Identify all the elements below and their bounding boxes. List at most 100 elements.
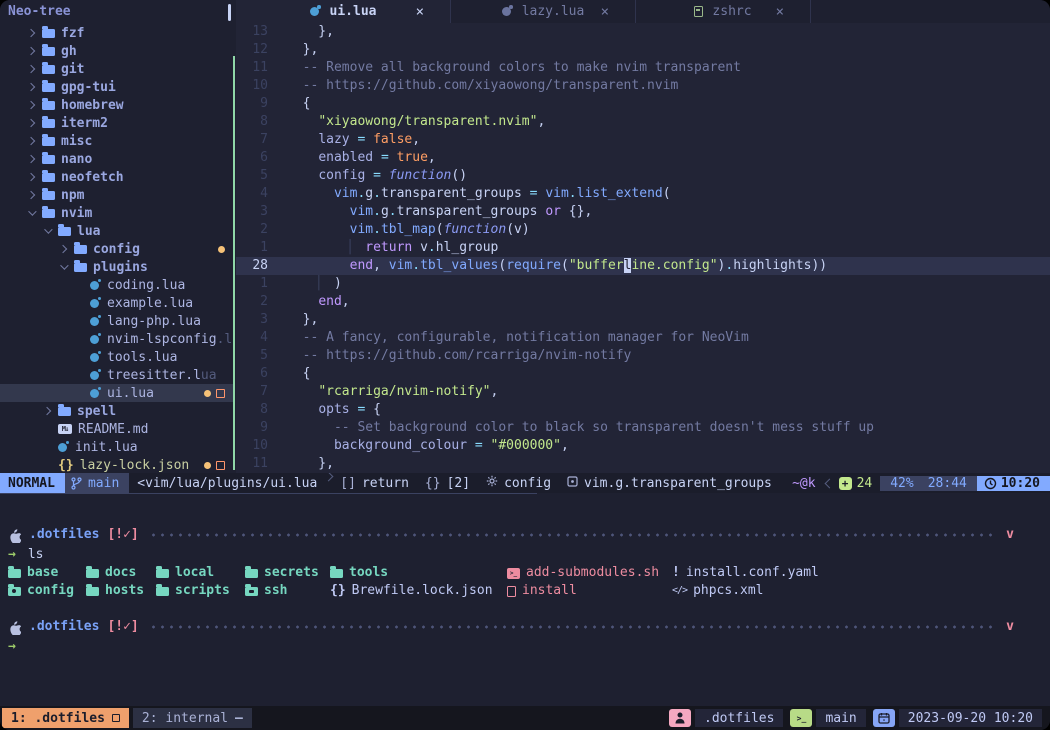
- chevron-down-icon[interactable]: [28, 207, 36, 215]
- tree-item-nvim[interactable]: nvim: [0, 204, 233, 222]
- code-line[interactable]: 8 opts = {: [236, 401, 1050, 419]
- pane-separator[interactable]: [233, 56, 235, 470]
- tree-item-gh[interactable]: gh: [0, 42, 233, 60]
- code-line[interactable]: 13 },: [236, 23, 1050, 41]
- statusline: NORMAL main <vim/lua/plugins/ui.lua []re…: [0, 473, 1050, 493]
- neo-tree-scrollbar-thumb[interactable]: [228, 4, 231, 21]
- code-line[interactable]: 10 -- https://github.com/xiyaowong/trans…: [236, 77, 1050, 95]
- code-text: {: [287, 365, 310, 383]
- chevron-right-icon[interactable]: [27, 101, 35, 109]
- tree-item-plugins[interactable]: plugins: [0, 258, 233, 276]
- shell-pane[interactable]: .dotfiles [!✓] v → ls basedocslocalsecre…: [0, 494, 1050, 706]
- tree-item-git[interactable]: git: [0, 60, 233, 78]
- tree-item-iterm2[interactable]: iterm2: [0, 114, 233, 132]
- code-line[interactable]: 9 {: [236, 95, 1050, 113]
- chevron-right-icon[interactable]: [27, 137, 35, 145]
- object-icon: {}: [425, 476, 441, 491]
- chevron-right-icon[interactable]: [27, 83, 35, 91]
- ls-entry-secrets: secrets: [245, 564, 319, 582]
- tree-item-lang-php-lua[interactable]: lang-php.lua: [0, 312, 233, 330]
- chevron-right-icon[interactable]: [27, 47, 35, 55]
- close-icon[interactable]: ×: [416, 4, 424, 20]
- tree-item-label: init.lua: [75, 440, 138, 455]
- tree-item-spell[interactable]: spell: [0, 402, 233, 420]
- code-token: [287, 420, 334, 435]
- code-line[interactable]: 4 -- A fancy, configurable, notification…: [236, 329, 1050, 347]
- tree-item-treesitter-l[interactable]: treesitter.lua: [0, 366, 233, 384]
- tree-item-lazy-lock-json[interactable]: {}lazy-lock.json: [0, 456, 233, 474]
- code-line[interactable]: 2 end,: [236, 293, 1050, 311]
- code-line[interactable]: 4 vim.g.transparent_groups = vim.list_ex…: [236, 185, 1050, 203]
- code-line[interactable]: 12 },: [236, 41, 1050, 59]
- tree-item-nvim-lspconfig[interactable]: nvim-lspconfig.l: [0, 330, 233, 348]
- code-line[interactable]: 8 "xiyaowong/transparent.nvim",: [236, 113, 1050, 131]
- code-editor[interactable]: 13 },12 },11 -- Remove all background co…: [236, 23, 1050, 473]
- close-icon[interactable]: ×: [601, 4, 609, 20]
- code-line[interactable]: 6 {: [236, 365, 1050, 383]
- tree-item-label: example.lua: [107, 296, 193, 311]
- tree-item-gpg-tui[interactable]: gpg-tui: [0, 78, 233, 96]
- tree-item-readme-md[interactable]: M↓README.md: [0, 420, 233, 438]
- tree-item-config[interactable]: config: [0, 240, 233, 258]
- macro-register-indicator: ~@k: [792, 476, 815, 491]
- apple-icon: [8, 620, 21, 635]
- code-line[interactable]: 9 -- Set background color to black so tr…: [236, 419, 1050, 437]
- chevron-right-icon[interactable]: [27, 119, 35, 127]
- chevron-down-icon[interactable]: [60, 261, 68, 269]
- tab-zshrc[interactable]: zshrc×: [636, 0, 811, 23]
- line-number: 4: [236, 185, 268, 203]
- chevron-right-icon[interactable]: [27, 173, 35, 181]
- code-line[interactable]: 11 -- Remove all background colors to ma…: [236, 59, 1050, 77]
- tree-item-lua[interactable]: lua: [0, 222, 233, 240]
- chevron-right-icon[interactable]: [27, 191, 35, 199]
- tmux-session-name[interactable]: .dotfiles: [695, 709, 783, 727]
- active-prompt-line[interactable]: →: [8, 638, 1014, 656]
- tab-lazy-lua[interactable]: lazy.lua×: [451, 0, 636, 23]
- code-line[interactable]: 11 },: [236, 455, 1050, 473]
- tree-item-example-lua[interactable]: example.lua: [0, 294, 233, 312]
- code-line[interactable]: 6 enabled = true,: [236, 149, 1050, 167]
- chevron-right-icon[interactable]: [27, 29, 35, 37]
- chevron-down-icon[interactable]: [44, 225, 52, 233]
- code-line[interactable]: 1 ▏ ): [236, 275, 1050, 293]
- tree-item-tools-lua[interactable]: tools.lua: [0, 348, 233, 366]
- tree-item-init-lua[interactable]: init.lua: [0, 438, 233, 456]
- tmux-window-1-dotfiles[interactable]: 1: .dotfiles: [2, 708, 129, 728]
- chevron-right-icon[interactable]: [27, 65, 35, 73]
- chevron-right-icon[interactable]: [43, 407, 51, 415]
- code-token: enabled: [318, 150, 373, 165]
- buffer-tab-bar: ui.lua×lazy.lua×zshrc×: [236, 0, 1050, 23]
- code-line[interactable]: 7 lazy = false,: [236, 131, 1050, 149]
- lua-icon: [90, 281, 99, 290]
- chevron-right-icon[interactable]: [27, 155, 35, 163]
- tree-item-neofetch[interactable]: neofetch: [0, 168, 233, 186]
- folder-open-icon: [42, 209, 55, 218]
- code-line[interactable]: 2 vim.tbl_map(function(v): [236, 221, 1050, 239]
- code-line[interactable]: 3 vim.g.transparent_groups or {},: [236, 203, 1050, 221]
- code-line[interactable]: 10 background_colour = "#000000",: [236, 437, 1050, 455]
- tree-item-ui-lua[interactable]: ui.lua: [0, 384, 233, 402]
- code-line[interactable]: 3 },: [236, 311, 1050, 329]
- tree-item-homebrew[interactable]: homebrew: [0, 96, 233, 114]
- code-line-current[interactable]: 28 end, vim.tbl_values(require("bufferli…: [236, 257, 1050, 275]
- code-line[interactable]: 7 "rcarriga/nvim-notify",: [236, 383, 1050, 401]
- folder-icon: [42, 47, 55, 56]
- code-token: ,: [428, 150, 436, 165]
- ls-entry-add-submodules-sh: >_add-submodules.sh: [507, 564, 659, 582]
- code-line[interactable]: 1 ▏ return v.hl_group: [236, 239, 1050, 257]
- chevron-right-icon[interactable]: [59, 245, 67, 253]
- tree-item-coding-lua[interactable]: coding.lua: [0, 276, 233, 294]
- code-token: function: [389, 168, 452, 183]
- tmux-window-2-internal[interactable]: 2: internal–: [133, 708, 252, 728]
- tab-ui-lua[interactable]: ui.lua×: [236, 0, 451, 23]
- tree-item-npm[interactable]: npm: [0, 186, 233, 204]
- tree-item-fzf[interactable]: fzf: [0, 24, 233, 42]
- tree-item-nano[interactable]: nano: [0, 150, 233, 168]
- code-token: -- A fancy, configurable, notification m…: [287, 330, 749, 345]
- item-badges: [218, 246, 225, 253]
- code-line[interactable]: 5 -- https://github.com/rcarriga/nvim-no…: [236, 347, 1050, 365]
- code-text: },: [287, 23, 334, 41]
- tree-item-misc[interactable]: misc: [0, 132, 233, 150]
- code-line[interactable]: 5 config = function(): [236, 167, 1050, 185]
- close-icon[interactable]: ×: [776, 4, 784, 20]
